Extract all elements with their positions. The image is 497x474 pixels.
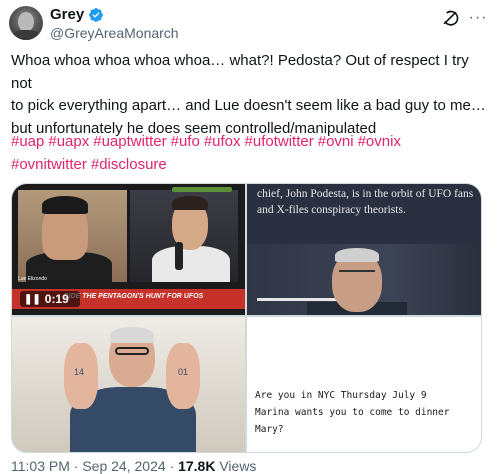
video-tile[interactable]: Lue Elizondo SIDE THE PENTAGON'S HUNT FO… [12,184,245,315]
email-line: Are you in NYC Thursday July 9 [255,390,427,401]
views-label: Views [219,458,257,474]
verified-badge-icon [89,7,104,22]
post-time[interactable]: 11:03 PM [11,458,70,474]
email-line: Mary? [255,424,284,435]
hashtag-link[interactable]: #uap [11,133,44,150]
hashtag-link[interactable]: #uaptwitter [93,133,166,150]
hand-writing-left: 14 [74,367,85,377]
media-grid: Lue Elizondo SIDE THE PENTAGON'S HUNT FO… [11,183,482,453]
hashtag-link[interactable]: #ufotwitter [245,133,314,150]
video-time: 0:19 [44,292,69,306]
hashtag-link[interactable]: #disclosure [91,156,167,173]
meta-separator: · [165,458,179,474]
avatar-body [13,30,39,40]
tweet-text: Whoa whoa whoa whoa whoa… what?! Pedosta… [11,50,489,140]
hand-writing-right: 01 [178,367,189,377]
tweet-text-line: Whoa whoa whoa whoa whoa… what?! Pedosta… [11,52,469,92]
person-figure [110,327,154,343]
grok-icon[interactable] [440,8,460,28]
person-figure [152,246,230,282]
hashtag-link[interactable]: #ufo [171,133,200,150]
hashtag-link[interactable]: #ovnix [358,133,401,150]
pause-icon[interactable]: ❚❚ [24,294,41,305]
post-date[interactable]: Sep 24, 2024 [82,458,165,474]
email-text: Are you in NYC Thursday July 9 Marina wa… [255,387,480,438]
tweet-meta: 11:03 PM · Sep 24, 2024 · 17.8K Views [11,458,256,474]
person-figure [335,248,379,262]
person-figure [42,196,88,214]
video-playback-control[interactable]: ❚❚ 0:19 [20,291,80,307]
hashtag-link[interactable]: #ovnitwitter [11,156,87,173]
video-name-label: Lue Elizondo [18,276,47,282]
article-image-tile[interactable]: chief, John Podesta, is in the orbit of … [247,184,481,315]
hashtag-link[interactable]: #ovni [318,133,354,150]
email-screenshot-tile[interactable]: Are you in NYC Thursday July 9 Marina wa… [247,317,481,452]
views-count: 17.8K [178,458,216,474]
hashtag-link[interactable]: #uapx [48,133,89,150]
hashtag-list: #uap #uapx #uaptwitter #ufo #ufox #ufotwitter… [11,131,489,176]
more-options-icon[interactable]: ··· [468,8,488,28]
hashtag-link[interactable]: #ufox [204,133,241,150]
person-figure [115,347,149,355]
person-figure [339,270,375,278]
avatar-face [18,12,34,32]
person-figure [172,196,208,210]
video-banner-text: SIDE THE PENTAGON'S HUNT FOR UFOS [64,293,204,300]
channel-logo [172,187,232,192]
article-caption: chief, John Podesta, is in the orbit of … [257,188,474,216]
avatar[interactable] [9,6,43,40]
author-name-row: Grey [50,6,104,23]
photo-tile[interactable]: 14 01 [12,317,245,452]
email-line: Marina wants you to come to dinner [255,407,450,418]
author-handle[interactable]: @GreyAreaMonarch [50,25,179,41]
tweet-text-line: to pick everything apart… and Lue doesn'… [11,97,486,114]
microphone [175,242,183,270]
meta-separator: · [69,458,83,474]
decorative-stripe [257,298,337,301]
display-name[interactable]: Grey [50,6,84,23]
